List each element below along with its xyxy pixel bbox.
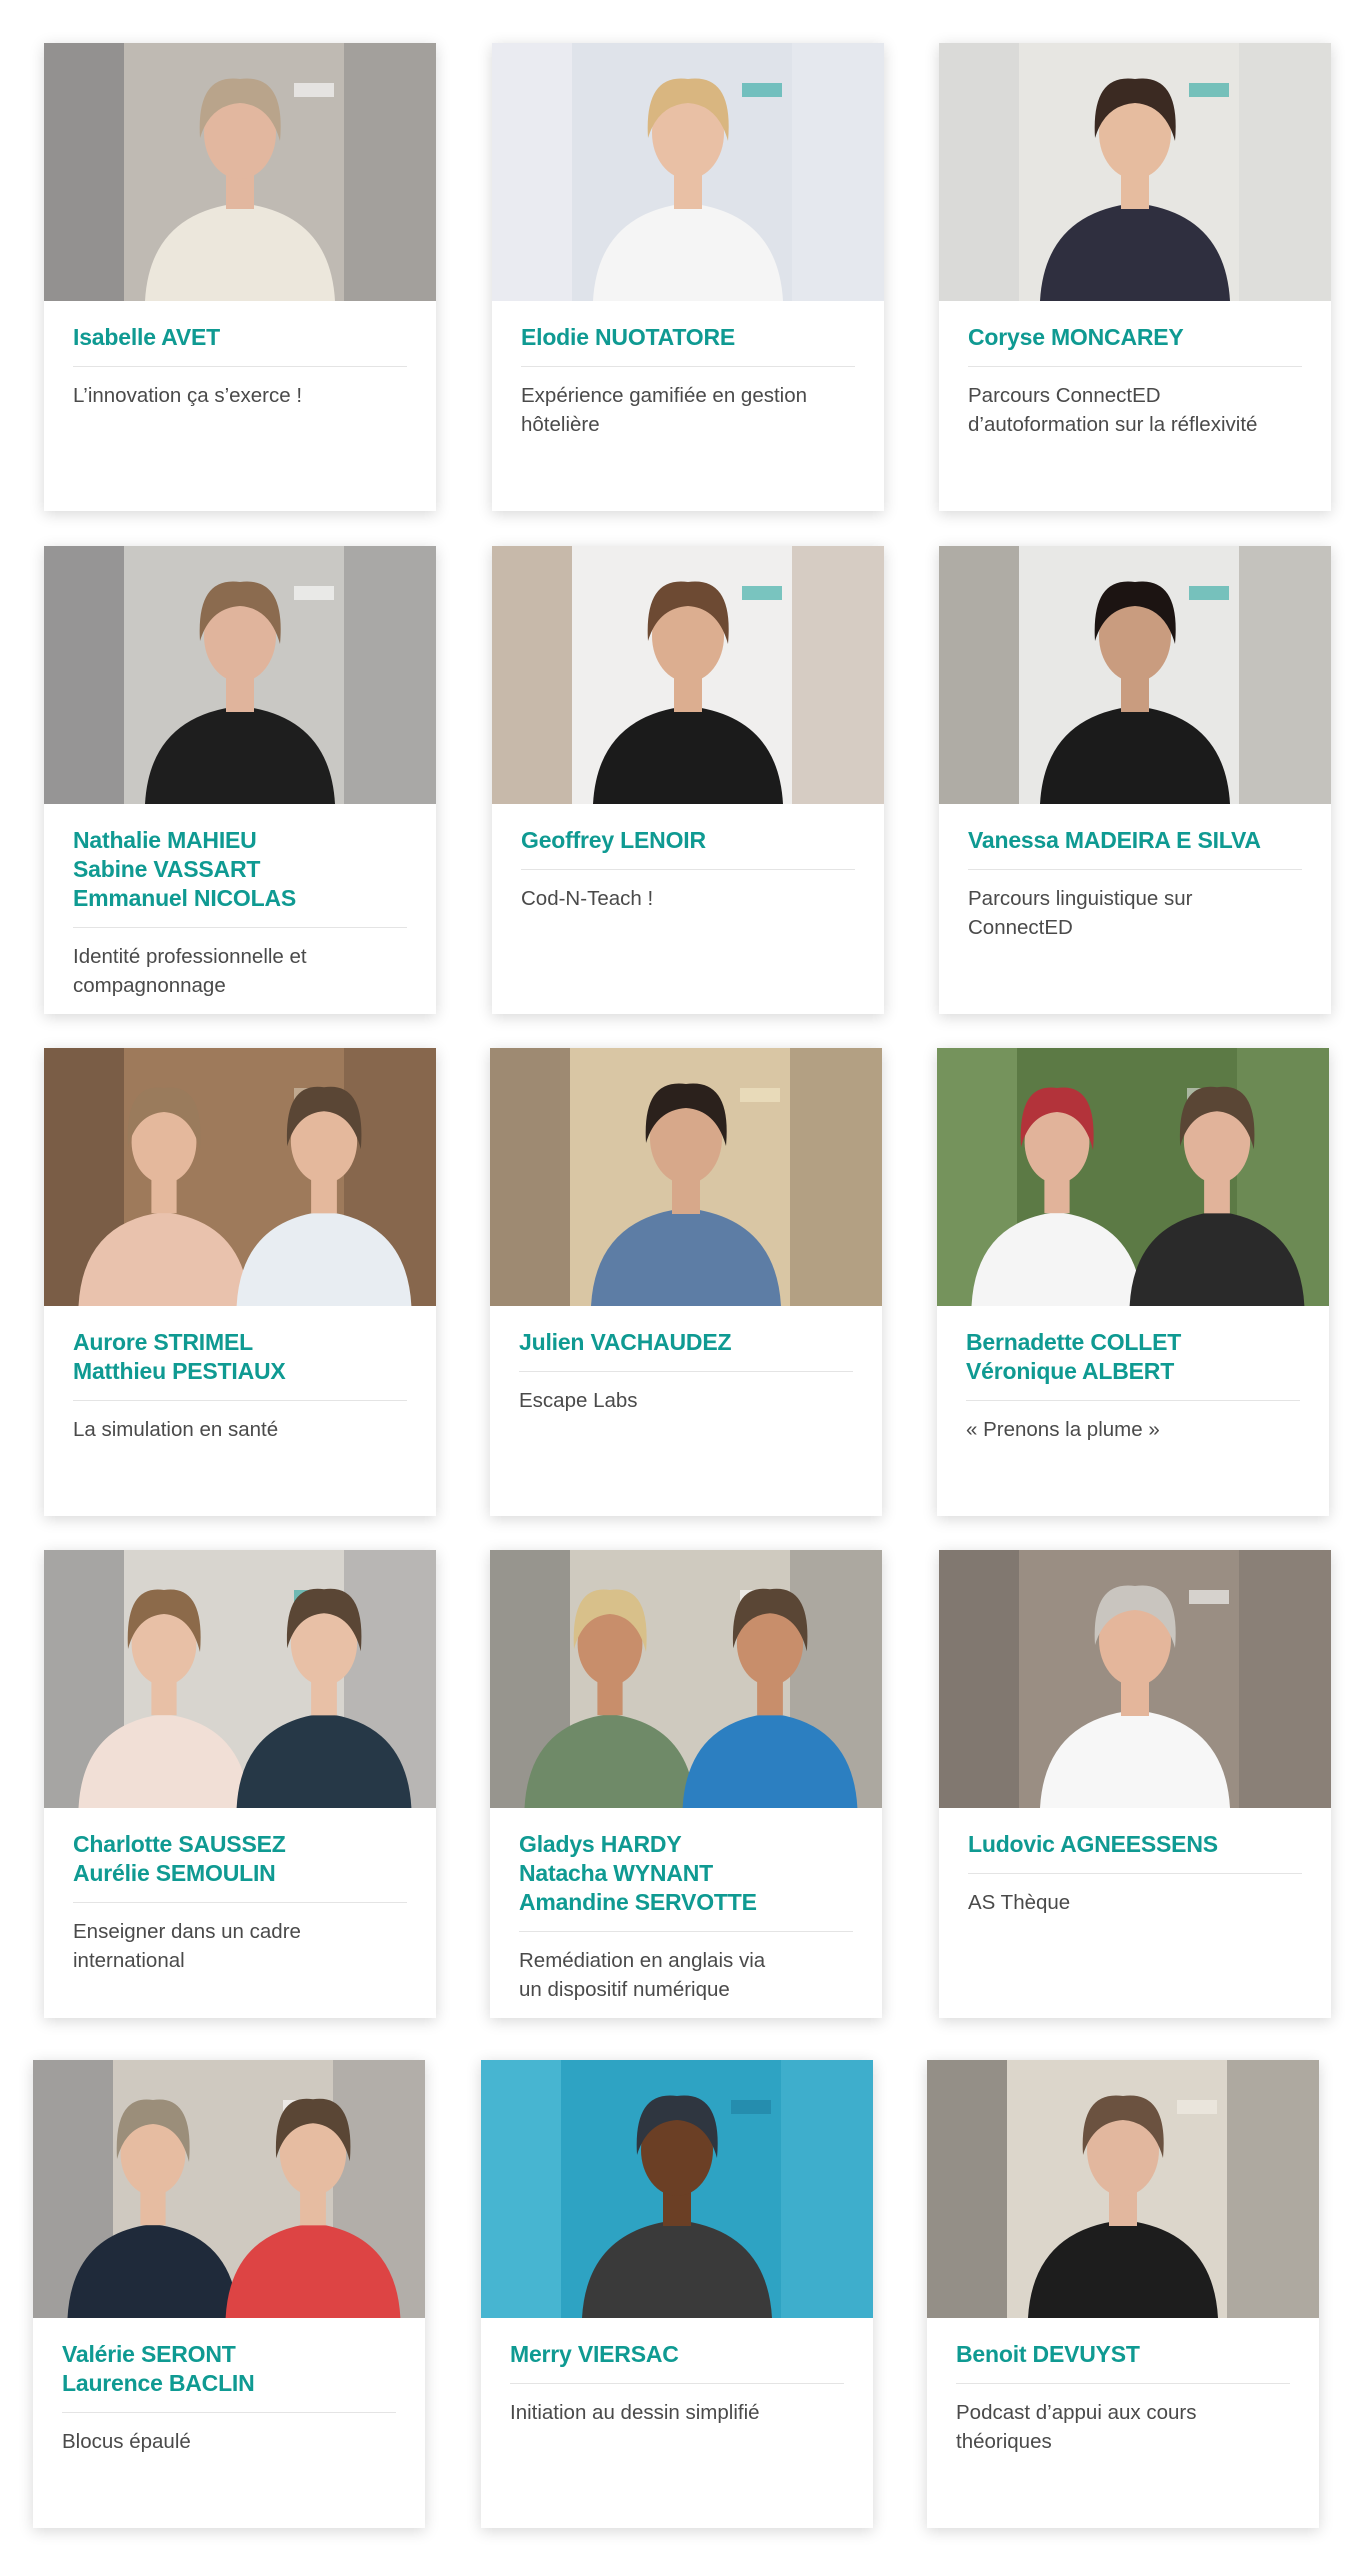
portrait-man-cap-smiling [481,2060,873,2318]
card-body: Isabelle AVET L’innovation ça s’exerce ! [44,301,436,410]
speaker-names: Aurore STRIMEL Matthieu PESTIAUX [73,1328,407,1401]
speaker-name: Bernadette COLLET [966,1329,1182,1355]
project-title: AS Thèque [968,1891,1071,1914]
card-body: Charlotte SAUSSEZ Aurélie SEMOULIN Enseign… [44,1808,436,1975]
speaker-card[interactable]: Julien VACHAUDEZ Escape Labs [490,1048,882,1516]
card-body: Vanessa MADEIRA E SILVA Parcours linguist… [939,804,1331,942]
card-body: Benoit DEVUYST Podcast d’appui aux cours … [927,2318,1319,2456]
speaker-card[interactable]: Valérie SERONT Laurence BACLIN Blocus épau… [33,2060,425,2528]
speaker-names: Vanessa MADEIRA E SILVA [968,826,1302,870]
project-title: Parcours ConnectED d’autoformation sur l… [968,384,1258,436]
portrait-man-headphones-podcast [927,2060,1319,2318]
card-body: Julien VACHAUDEZ Escape Labs [490,1306,882,1415]
speaker-names: Nathalie MAHIEU Sabine VASSART Emmanuel NI… [73,826,407,928]
speaker-name: Benoit DEVUYST [956,2341,1140,2367]
speaker-name: Sabine VASSART [73,856,261,882]
speaker-name: Elodie NUOTATORE [521,324,736,350]
speaker-name: Julien VACHAUDEZ [519,1329,732,1355]
speaker-names: Merry VIERSAC [510,2340,844,2384]
speaker-card[interactable]: Coryse MONCAREY Parcours ConnectED d’auto… [939,43,1331,511]
speaker-name: Geoffrey LENOIR [521,827,706,853]
card-body: Valérie SERONT Laurence BACLIN Blocus épau… [33,2318,425,2456]
speaker-name: Coryse MONCAREY [968,324,1184,350]
card-body: Ludovic AGNEESSENS AS Thèque [939,1808,1331,1917]
speaker-card[interactable]: Ludovic AGNEESSENS AS Thèque [939,1550,1331,2018]
speaker-name: Aurélie SEMOULIN [73,1860,276,1886]
speaker-name: Aurore STRIMEL [73,1329,253,1355]
portrait-duo-waving [937,1048,1329,1306]
portrait-woman-glasses-lanyard [33,2060,425,2318]
portrait-man-grey-beard [939,1550,1331,1808]
portrait-woman-speaking-floral-jacket [44,43,436,301]
project-title: Blocus épaulé [62,2430,191,2453]
speaker-names: Gladys HARDY Natacha WYNANT Amandine SERVO… [519,1830,853,1932]
project-title: Cod-N-Teach ! [521,887,654,910]
project-title: L’innovation ça s’exerce ! [73,384,303,407]
project-title: « Prenons la plume » [966,1418,1160,1441]
card-body: Gladys HARDY Natacha WYNANT Amandine SERVO… [490,1808,882,2004]
project-title: Remédiation en anglais via un dispositif… [519,1949,766,2001]
speaker-name: Matthieu PESTIAUX [73,1358,286,1384]
speaker-card[interactable]: Elodie NUOTATORE Expérience gamifiée en g… [492,43,884,511]
portrait-duo-seated [44,1048,436,1306]
speaker-names: Ludovic AGNEESSENS [968,1830,1302,1874]
card-body: Bernadette COLLET Véronique ALBERT « Preno… [937,1306,1329,1444]
speaker-name: Charlotte SAUSSEZ [73,1831,286,1857]
speaker-name: Amandine SERVOTTE [519,1889,757,1915]
speaker-card[interactable]: Nathalie MAHIEU Sabine VASSART Emmanuel NI… [44,546,436,1014]
speaker-names: Benoit DEVUYST [956,2340,1290,2384]
portrait-woman-curly-hair [939,546,1331,804]
speaker-names: Isabelle AVET [73,323,407,367]
speaker-name: Ludovic AGNEESSENS [968,1831,1218,1857]
speaker-name: Emmanuel NICOLAS [73,885,297,911]
speaker-names: Coryse MONCAREY [968,323,1302,367]
portrait-man-blue-polo [490,1048,882,1306]
speaker-name: Vanessa MADEIRA E SILVA [968,827,1261,853]
speaker-names: Bernadette COLLET Véronique ALBERT [966,1328,1300,1401]
speaker-name: Véronique ALBERT [966,1358,1175,1384]
project-title: Escape Labs [519,1389,638,1412]
project-title: Identité professionnelle et compagnonnag… [73,945,307,997]
speaker-names: Charlotte SAUSSEZ Aurélie SEMOULIN [73,1830,407,1903]
portrait-man-black-shirt [492,546,884,804]
portrait-woman-white-top-projection [492,43,884,301]
card-body: Elodie NUOTATORE Expérience gamifiée en g… [492,301,884,439]
portrait-woman-hopeful-tshirt [44,546,436,804]
card-body: Nathalie MAHIEU Sabine VASSART Emmanuel NI… [44,804,436,1000]
speaker-card[interactable]: Aurore STRIMEL Matthieu PESTIAUX La simula… [44,1048,436,1516]
card-body: Geoffrey LENOIR Cod-N-Teach ! [492,804,884,913]
speaker-card[interactable]: Benoit DEVUYST Podcast d’appui aux cours … [927,2060,1319,2528]
speaker-card[interactable]: Geoffrey LENOIR Cod-N-Teach ! [492,546,884,1014]
speaker-name: Natacha WYNANT [519,1860,714,1886]
speaker-name: Valérie SERONT [62,2341,236,2367]
portrait-duo-women [44,1550,436,1808]
project-title: Expérience gamifiée en gestion hôtelière [521,384,808,436]
speaker-name: Nathalie MAHIEU [73,827,257,853]
project-title: La simulation en santé [73,1418,279,1441]
speaker-card[interactable]: Gladys HARDY Natacha WYNANT Amandine SERVO… [490,1550,882,2018]
speaker-names: Julien VACHAUDEZ [519,1328,853,1372]
speaker-name: Isabelle AVET [73,324,220,350]
project-title: Initiation au dessin simplifié [510,2401,760,2424]
speaker-names: Elodie NUOTATORE [521,323,855,367]
card-body: Coryse MONCAREY Parcours ConnectED d’auto… [939,301,1331,439]
portrait-woman-floral-dress [939,43,1331,301]
speaker-card[interactable]: Isabelle AVET L’innovation ça s’exerce ! [44,43,436,511]
project-title: Parcours linguistique sur ConnectED [968,887,1193,939]
speaker-names: Valérie SERONT Laurence BACLIN [62,2340,396,2413]
card-body: Merry VIERSAC Initiation au dessin simpli… [481,2318,873,2427]
project-title: Podcast d’appui aux cours théoriques [956,2401,1197,2453]
speaker-name: Laurence BACLIN [62,2370,255,2396]
speaker-card[interactable]: Merry VIERSAC Initiation au dessin simpli… [481,2060,873,2528]
speaker-names: Geoffrey LENOIR [521,826,855,870]
project-title: Enseigner dans un cadre international [73,1920,301,1972]
speaker-card[interactable]: Charlotte SAUSSEZ Aurélie SEMOULIN Enseign… [44,1550,436,2018]
speaker-name: Gladys HARDY [519,1831,682,1857]
speaker-card[interactable]: Bernadette COLLET Véronique ALBERT « Preno… [937,1048,1329,1516]
speaker-name: Merry VIERSAC [510,2341,679,2367]
card-body: Aurore STRIMEL Matthieu PESTIAUX La simula… [44,1306,436,1444]
portrait-duo-green-blue [490,1550,882,1808]
speaker-card[interactable]: Vanessa MADEIRA E SILVA Parcours linguist… [939,546,1331,1014]
